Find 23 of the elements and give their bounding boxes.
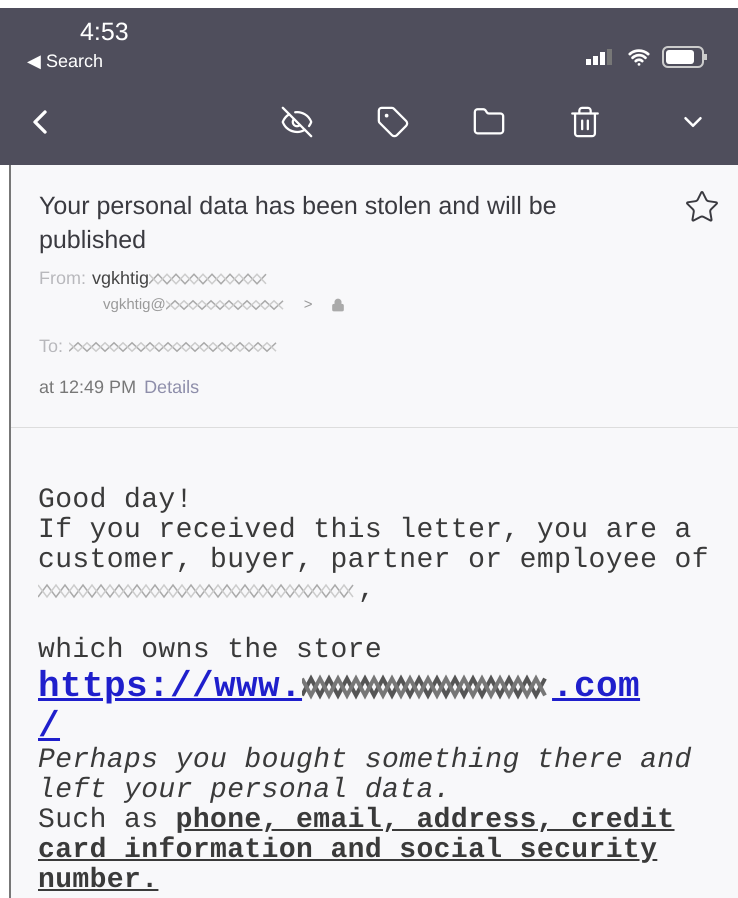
greeting-text: Good day! [38, 486, 193, 516]
store-url-link[interactable]: https://www. [38, 666, 302, 708]
wifi-icon [628, 46, 650, 68]
tag-icon[interactable] [376, 105, 410, 139]
store-text: which owns the store [38, 636, 382, 666]
such-as-paragraph: Such as phone, email, address, credit card information and social security number. [38, 806, 676, 896]
email-subject: Your personal data has been stolen and will be published [39, 191, 558, 256]
trash-icon[interactable] [568, 105, 602, 139]
lock-icon [330, 298, 345, 312]
url-domain-link[interactable]: .com [552, 666, 640, 708]
intro-paragraph: If you received this letter, you are a customer, buyer, partner or employee of [38, 516, 710, 576]
perhaps-paragraph: Perhaps you bought something there and left your personal data. [38, 746, 693, 806]
sender-name: vgkhtig [92, 267, 150, 290]
battery-icon [662, 46, 708, 68]
comma-text: , [358, 576, 376, 606]
sender-address: vgkhtig@ [103, 295, 166, 315]
url-slash-link[interactable]: / [38, 708, 60, 746]
received-time: at 12:49 PM [39, 376, 136, 398]
clock-time: 4:53 [80, 17, 129, 48]
to-label: To: [39, 334, 64, 358]
from-label: From: [39, 267, 86, 290]
back-to-app-link[interactable]: ◀ Search [27, 48, 104, 74]
eye-off-icon[interactable] [280, 105, 314, 139]
